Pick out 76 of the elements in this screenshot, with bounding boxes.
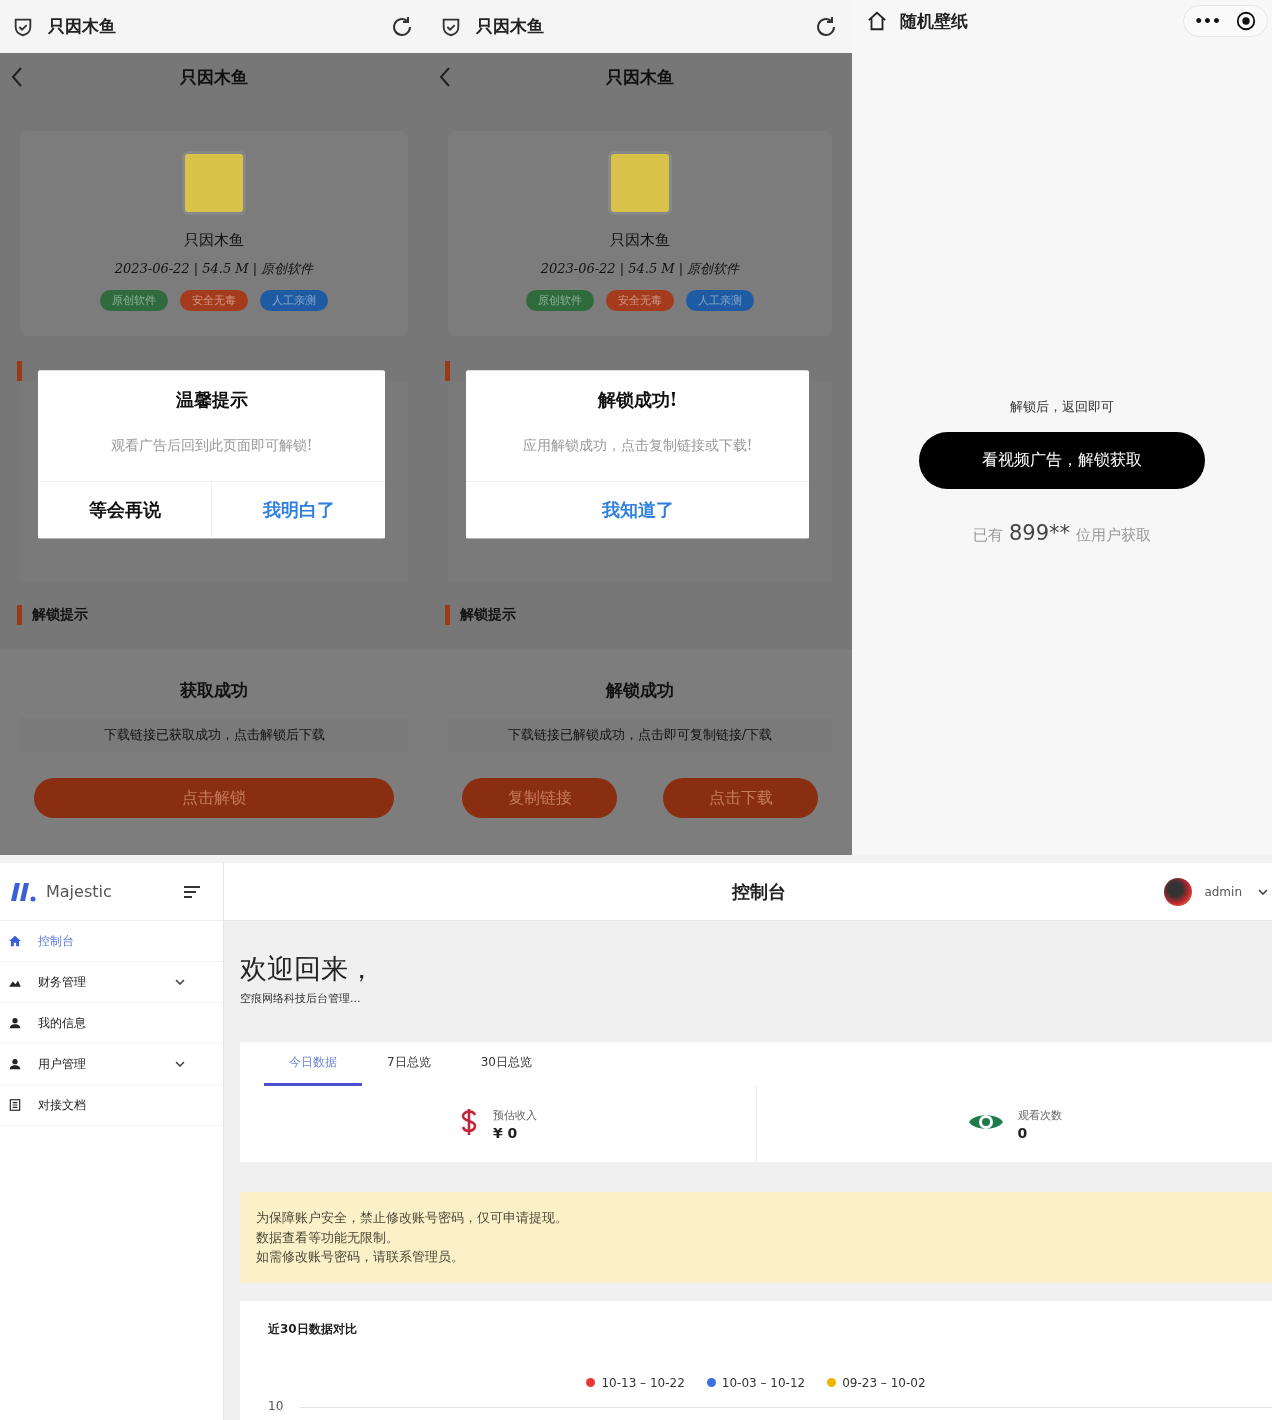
unlock-hint: 解锁后，返回即可 — [1010, 398, 1114, 416]
dialog-message: 应用解锁成功，点击复制链接或下载! — [521, 436, 754, 456]
chevron-down-icon — [175, 1061, 185, 1067]
tab[interactable]: 今日数据 — [264, 1042, 362, 1086]
chevron-down-icon — [175, 979, 185, 985]
tag: 原创软件 — [100, 290, 168, 311]
tab[interactable]: 30日总览 — [455, 1042, 557, 1086]
app-name: 只因木鱼 — [610, 231, 670, 250]
page-title: 只因木鱼 — [48, 15, 117, 38]
brand-name: Majestic — [46, 882, 113, 901]
sidebar-item[interactable]: 我的信息 — [0, 1003, 223, 1044]
tag: 人工亲测 — [686, 290, 754, 311]
tag: 原创软件 — [526, 290, 594, 311]
section-marker — [17, 605, 22, 625]
axis-tick: 10 — [268, 1398, 284, 1413]
refresh-icon[interactable] — [390, 14, 414, 39]
dialog-button[interactable]: 我明白了 — [211, 481, 385, 538]
person-icon — [8, 1016, 22, 1030]
stat-label: 预估收入 — [493, 1107, 537, 1123]
chart-title: 近30日数据对比 — [268, 1320, 358, 1338]
nav-title: 只因木鱼 — [179, 65, 249, 89]
result-title: 解锁成功 — [606, 679, 674, 702]
legend-label: 10-03 – 10-12 — [721, 1375, 806, 1390]
back-icon[interactable] — [438, 66, 452, 88]
app-name: 只因木鱼 — [184, 231, 244, 250]
section-marker — [445, 361, 450, 381]
section-marker — [445, 605, 450, 625]
dollar-icon — [459, 1107, 479, 1137]
section-title: 解锁提示 — [460, 606, 516, 624]
app-icon — [608, 151, 672, 215]
notice-line: 数据查看等功能无限制。 — [256, 1228, 400, 1247]
stat-label: 观看次数 — [1017, 1107, 1062, 1123]
tag: 安全无毒 — [180, 290, 248, 311]
more-button[interactable]: ••• — [1194, 13, 1221, 29]
app-meta: 2023-06-22 | 54.5 M | 原创软件 — [114, 260, 314, 278]
tab[interactable]: 7日总览 — [362, 1042, 456, 1086]
home-icon[interactable] — [866, 10, 888, 32]
sidebar-item[interactable]: 财务管理 — [0, 962, 223, 1003]
watch-ad-button[interactable]: 看视频广告，解锁获取 — [919, 432, 1205, 489]
welcome-heading: 欢迎回来， — [240, 952, 376, 986]
app-meta: 2023-06-22 | 54.5 M | 原创软件 — [540, 260, 740, 278]
tag: 人工亲测 — [260, 290, 328, 311]
dialog-title: 解锁成功! — [596, 388, 679, 413]
legend-label: 10-13 – 10-22 — [601, 1375, 685, 1390]
page-title: 随机壁纸 — [900, 9, 969, 33]
home-icon — [8, 934, 22, 948]
sidebar-item[interactable]: 控制台 — [0, 921, 223, 962]
count-label: 位用户获取 — [1076, 526, 1152, 545]
result-title: 获取成功 — [180, 679, 248, 702]
header-title: 控制台 — [731, 879, 788, 904]
dialog-message: 观看广告后回到此页面即可解锁! — [109, 436, 314, 456]
back-icon[interactable] — [10, 66, 24, 88]
user-count: 899** — [1008, 521, 1071, 545]
chevron-down-icon[interactable] — [1258, 888, 1268, 895]
dialog-title: 温馨提示 — [174, 388, 249, 413]
sidebar-item[interactable]: 用户管理 — [0, 1044, 223, 1085]
menu-icon[interactable] — [183, 884, 201, 899]
section-marker — [17, 361, 22, 381]
stat-value: ¥ 0 — [493, 1124, 519, 1141]
user-name[interactable]: admin — [1204, 884, 1242, 899]
avatar[interactable] — [1164, 877, 1193, 906]
refresh-icon[interactable] — [814, 14, 838, 39]
nav-title: 只因木鱼 — [605, 65, 675, 89]
person-icon — [8, 1057, 22, 1071]
app-icon — [182, 151, 246, 215]
page-title: 只因木鱼 — [476, 15, 545, 38]
sidebar-item[interactable]: 对接文档 — [0, 1085, 223, 1126]
welcome-subtitle: 空痕网络科技后台管理... — [240, 991, 362, 1006]
document-icon — [8, 1098, 22, 1112]
legend-label: 09-23 – 10-02 — [842, 1375, 926, 1390]
stat-value: 0 — [1017, 1124, 1029, 1141]
notice-line: 如需修改账号密码，请联系管理员。 — [256, 1248, 465, 1266]
notice-line: 为保障账户安全，禁止修改账号密码，仅可申请提现。 — [256, 1209, 569, 1227]
tag: 安全无毒 — [606, 290, 674, 311]
count-label: 已有 — [972, 526, 1003, 545]
section-title: 解锁提示 — [32, 606, 88, 624]
